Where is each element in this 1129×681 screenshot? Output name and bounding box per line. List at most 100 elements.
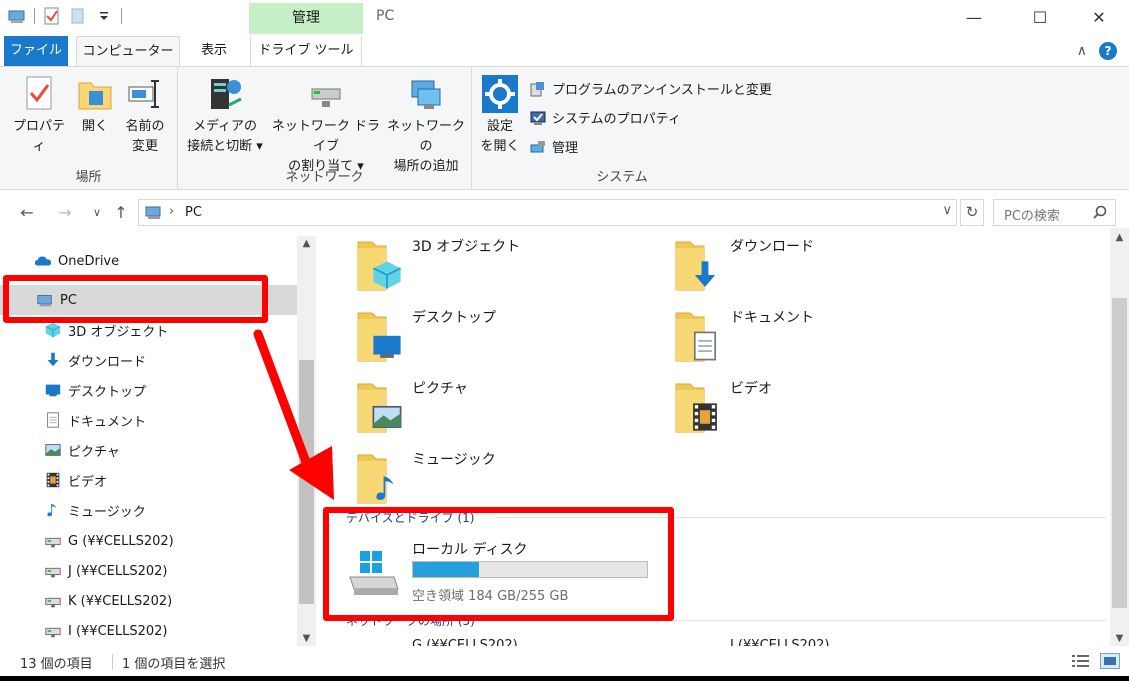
scroll-up-icon[interactable]: ▲ bbox=[1110, 232, 1129, 243]
scroll-down-icon[interactable]: ▼ bbox=[297, 633, 316, 644]
up-arrow-icon[interactable]: ↑ bbox=[110, 201, 132, 225]
nav-item-entry[interactable]: ピクチャ bbox=[0, 435, 297, 465]
folder-item[interactable]: ビデオ bbox=[638, 374, 928, 440]
rename-icon bbox=[127, 75, 163, 113]
nav-item-entry[interactable]: K (¥¥CELLS202) bbox=[0, 586, 297, 616]
tab-computer[interactable]: コンピューター bbox=[76, 36, 180, 66]
network-drive-icon bbox=[44, 622, 62, 640]
group-label-location: 場所 bbox=[75, 170, 102, 185]
back-arrow-icon[interactable]: ← bbox=[16, 201, 38, 225]
uninstall-label: プログラムのアンインストールと変更 bbox=[552, 83, 772, 98]
collapse-ribbon-icon[interactable]: ∧ bbox=[1077, 43, 1087, 59]
nav-item-entry[interactable]: ダウンロード bbox=[0, 345, 297, 375]
media-connect-button[interactable]: メディアの 接続と切断 ▾ bbox=[182, 75, 268, 157]
cloud-icon bbox=[34, 252, 52, 270]
tab-view[interactable]: 表示 bbox=[186, 36, 242, 66]
nav-scroll-thumb[interactable] bbox=[299, 360, 314, 604]
uninstall-icon bbox=[530, 81, 546, 97]
gear-icon bbox=[482, 75, 518, 113]
folder-label: ビデオ bbox=[730, 381, 772, 397]
recent-locations-chevron-icon[interactable]: ∨ bbox=[86, 201, 108, 225]
refresh-icon[interactable]: ↻ bbox=[960, 199, 984, 226]
folder-item[interactable]: ミュージック bbox=[320, 445, 610, 511]
cube-icon bbox=[44, 321, 62, 339]
breadcrumb-chevron-icon[interactable]: › bbox=[169, 204, 174, 219]
system-properties-icon bbox=[530, 110, 546, 126]
maximize-button[interactable]: ☐ bbox=[1017, 0, 1063, 34]
ribbon-tabs: ファイル コンピューター 表示 ドライブ ツール ∧ ? bbox=[0, 34, 1129, 66]
customize-dropdown-icon[interactable] bbox=[95, 7, 113, 25]
folder-label: ドキュメント bbox=[730, 310, 814, 326]
address-dropdown-icon[interactable]: ∨ bbox=[942, 203, 952, 218]
folder-item[interactable]: 3D オブジェクト bbox=[320, 232, 610, 298]
nav-item-onedrive[interactable]: OneDrive bbox=[0, 246, 297, 276]
map-network-drive-button[interactable]: ネットワーク ドライブ の割り当て ▾ bbox=[270, 75, 382, 177]
tab-drive-tools[interactable]: ドライブ ツール bbox=[250, 36, 362, 66]
computer-manage-icon bbox=[530, 139, 546, 155]
tab-file[interactable]: ファイル bbox=[4, 36, 68, 66]
content-scroll-thumb[interactable] bbox=[1112, 298, 1127, 608]
nav-item-entry[interactable]: ミュージック bbox=[0, 495, 297, 525]
nav-item-entry[interactable]: ドキュメント bbox=[0, 405, 297, 435]
quick-access-toolbar bbox=[8, 7, 122, 25]
picture-icon bbox=[44, 441, 62, 459]
folder-download-arrow-icon bbox=[674, 236, 724, 296]
folder-item[interactable]: ドキュメント bbox=[638, 303, 928, 369]
search-box[interactable]: PCの検索 bbox=[993, 199, 1116, 226]
breadcrumb-pc[interactable]: PC bbox=[185, 205, 202, 220]
rename-label: 名前の 変更 bbox=[125, 119, 165, 154]
folder-label: デスクトップ bbox=[412, 310, 496, 326]
nav-item-label: I (¥¥CELLS202) bbox=[68, 623, 168, 639]
folder-item[interactable]: デスクトップ bbox=[320, 303, 610, 369]
folder-item[interactable]: ダウンロード bbox=[638, 232, 928, 298]
nav-item-entry[interactable]: J (¥¥CELLS202) bbox=[0, 556, 297, 586]
forward-arrow-icon[interactable]: → bbox=[54, 201, 76, 225]
search-placeholder: PCの検索 bbox=[1004, 209, 1060, 224]
nav-item-entry[interactable]: G (¥¥CELLS202) bbox=[0, 526, 297, 556]
network-drive-icon bbox=[44, 562, 62, 580]
nav-item-label: デスクトップ bbox=[68, 384, 147, 400]
address-bar[interactable]: › PC ∨ bbox=[138, 199, 957, 226]
pc-icon[interactable] bbox=[8, 7, 26, 25]
toolbar-separator bbox=[34, 8, 35, 24]
selected-count: 1 個の項目を選択 bbox=[122, 657, 226, 672]
nav-item-entry[interactable]: デスクトップ bbox=[0, 375, 297, 405]
tab-manage[interactable]: 管理 bbox=[249, 3, 363, 34]
folder-music-note-icon bbox=[356, 449, 406, 509]
minimize-button[interactable]: — bbox=[951, 0, 997, 34]
help-icon[interactable]: ? bbox=[1099, 42, 1117, 60]
network-location-item[interactable]: G (¥¥CELLS202) bbox=[412, 638, 518, 646]
nav-item-entry[interactable]: I (¥¥CELLS202) bbox=[0, 616, 297, 646]
nav-item-label: OneDrive bbox=[58, 253, 120, 269]
new-folder-icon[interactable] bbox=[69, 7, 87, 25]
nav-item-entry[interactable]: ビデオ bbox=[0, 465, 297, 495]
content-scrollbar[interactable]: ▲ ▼ bbox=[1110, 228, 1129, 646]
video-icon bbox=[44, 471, 62, 489]
folder-item[interactable]: ピクチャ bbox=[320, 374, 610, 440]
nav-scrollbar[interactable]: ▲ ▼ bbox=[297, 236, 316, 646]
scroll-down-icon[interactable]: ▼ bbox=[1110, 633, 1129, 644]
folder-label: 3D オブジェクト bbox=[412, 239, 521, 255]
system-properties-button[interactable]: システムのプロパティ bbox=[530, 108, 681, 127]
search-icon bbox=[1093, 205, 1107, 219]
properties-check-icon[interactable] bbox=[43, 7, 61, 25]
close-button[interactable]: ✕ bbox=[1076, 0, 1122, 34]
open-button[interactable]: 開く bbox=[72, 75, 118, 137]
scroll-up-icon[interactable]: ▲ bbox=[297, 238, 316, 249]
folder-document-icon bbox=[674, 307, 724, 367]
network-location-item[interactable]: I (¥¥CELLS202) bbox=[730, 638, 830, 646]
add-network-location-button[interactable]: ネットワークの 場所の追加 bbox=[384, 75, 468, 177]
properties-button[interactable]: プロパティ bbox=[8, 75, 70, 157]
uninstall-program-button[interactable]: プログラムのアンインストールと変更 bbox=[530, 79, 772, 98]
large-icons-view-icon[interactable] bbox=[1100, 653, 1120, 669]
music-note-icon bbox=[44, 501, 62, 519]
media-connect-label: メディアの 接続と切断 ▾ bbox=[187, 119, 263, 154]
item-count: 13 個の項目 bbox=[20, 657, 93, 672]
rename-button[interactable]: 名前の 変更 bbox=[118, 75, 172, 157]
details-view-icon[interactable] bbox=[1072, 654, 1090, 668]
manage-button[interactable]: 管理 bbox=[530, 137, 578, 156]
open-settings-button[interactable]: 設定 を開く bbox=[478, 75, 522, 157]
status-bar: 13 個の項目 1 個の項目を選択 bbox=[0, 648, 1129, 676]
nav-item-label: ピクチャ bbox=[68, 444, 120, 460]
open-label: 開く bbox=[81, 119, 108, 134]
